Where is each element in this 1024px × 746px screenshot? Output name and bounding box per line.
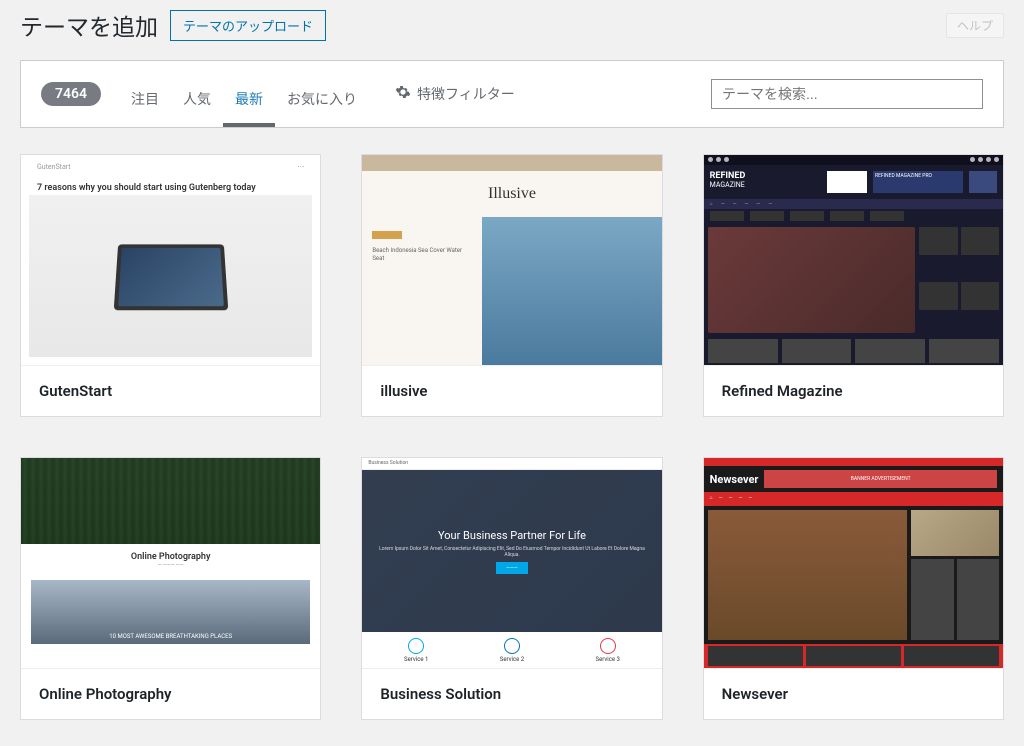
theme-card-illusive[interactable]: Illusive Beach Indonesia Sea Cover Water… (361, 154, 662, 417)
theme-name-label: Online Photography (21, 668, 320, 719)
theme-thumbnail: REFINEDMAGAZINEREFINED MAGAZINE PRO ⌂———… (704, 155, 1003, 365)
theme-card-online-photography[interactable]: Online Photography— ——— —— 10 MOST AWESO… (20, 457, 321, 720)
page-title: テーマを追加 (20, 8, 158, 42)
theme-thumbnail: Business Solution Your Business Partner … (362, 458, 661, 668)
theme-name-label: GutenStart (21, 365, 320, 416)
feature-filter-label: 特徴フィルター (417, 84, 515, 104)
theme-filter-bar: 7464 注目 人気 最新 お気に入り 特徴フィルター (20, 60, 1004, 128)
theme-thumbnail: NewseverBANNER ADVERTISEMENT ⌂———— (704, 458, 1003, 668)
theme-grid: GutenStart⋯ 7 reasons why you should sta… (20, 128, 1004, 746)
theme-name-label: illusive (362, 365, 661, 416)
theme-count-badge: 7464 (41, 82, 101, 106)
theme-thumbnail: GutenStart⋯ 7 reasons why you should sta… (21, 155, 320, 365)
theme-name-label: Refined Magazine (704, 365, 1003, 416)
theme-card-newsever[interactable]: NewseverBANNER ADVERTISEMENT ⌂———— Newse… (703, 457, 1004, 720)
theme-name-label: Newsever (704, 668, 1003, 719)
theme-thumbnail: Online Photography— ——— —— 10 MOST AWESO… (21, 458, 320, 668)
theme-search-input[interactable] (711, 79, 983, 109)
feature-filter-button[interactable]: 特徴フィルター (395, 84, 515, 104)
theme-card-refined-magazine[interactable]: REFINEDMAGAZINEREFINED MAGAZINE PRO ⌂———… (703, 154, 1004, 417)
gear-icon (395, 84, 411, 104)
page-header: テーマを追加 テーマのアップロード ヘルプ (20, 0, 1004, 60)
theme-thumbnail: Illusive Beach Indonesia Sea Cover Water… (362, 155, 661, 365)
help-button[interactable]: ヘルプ (946, 13, 1004, 38)
theme-card-business-solution[interactable]: Business Solution Your Business Partner … (361, 457, 662, 720)
tab-latest[interactable]: 最新 (223, 75, 275, 127)
tab-favorites[interactable]: お気に入り (275, 75, 369, 127)
tab-featured[interactable]: 注目 (119, 75, 171, 127)
filter-tabs: 注目 人気 最新 お気に入り (119, 75, 369, 113)
theme-card-gutenstart[interactable]: GutenStart⋯ 7 reasons why you should sta… (20, 154, 321, 417)
upload-theme-button[interactable]: テーマのアップロード (170, 10, 326, 41)
tab-popular[interactable]: 人気 (171, 75, 223, 127)
theme-name-label: Business Solution (362, 668, 661, 719)
